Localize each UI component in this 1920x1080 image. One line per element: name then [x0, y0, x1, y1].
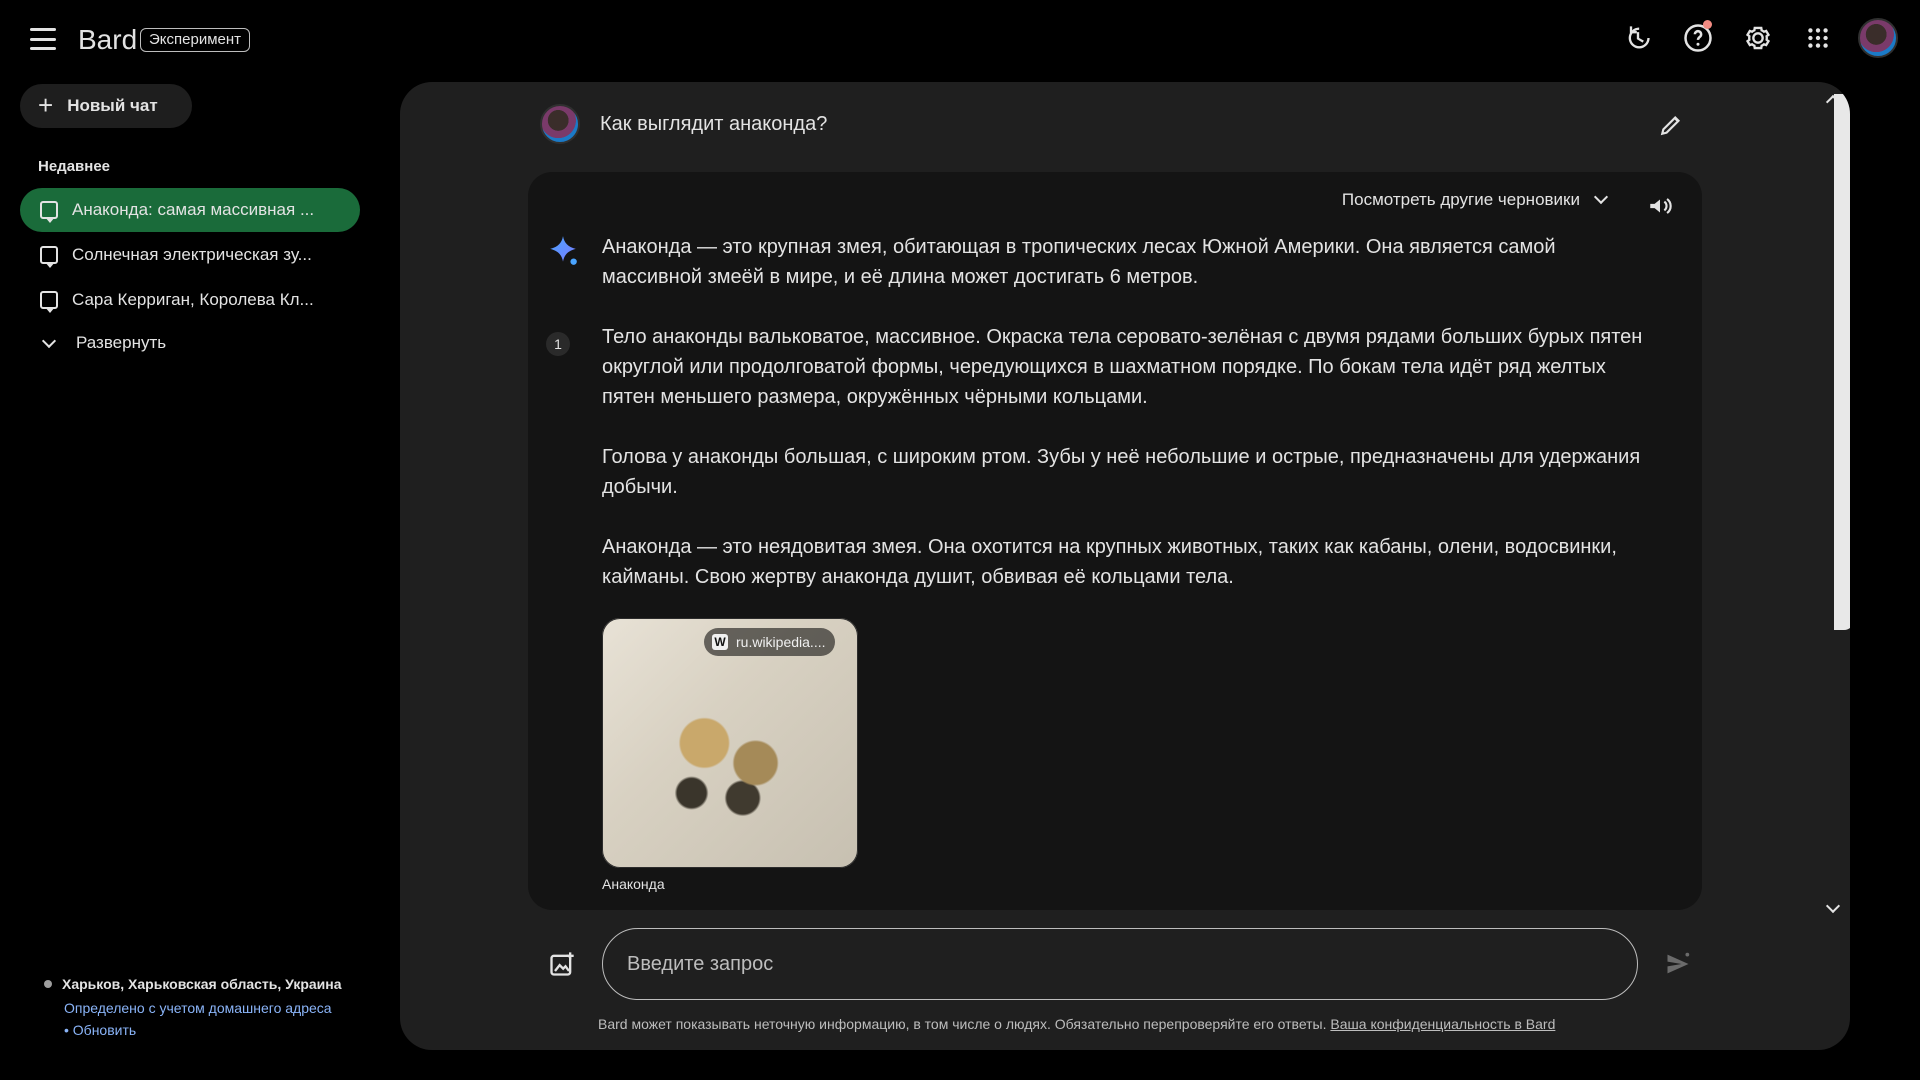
disclaimer-text: Bard может показывать неточную информаци…	[598, 1016, 1327, 1032]
avatar	[540, 104, 580, 144]
plus-icon: +	[38, 90, 54, 120]
add-image-icon	[550, 952, 574, 976]
notification-dot	[1703, 20, 1712, 29]
history-icon[interactable]	[1616, 16, 1660, 60]
sidebar-item-label: Анаконда: самая массивная ...	[72, 200, 315, 219]
experiment-badge: Эксперимент	[140, 28, 251, 52]
avatar	[1858, 18, 1898, 58]
location-update-link[interactable]: • Обновить	[64, 1022, 364, 1038]
location-basis-link[interactable]: Определено с учетом домашнего адреса	[64, 1000, 364, 1016]
speaker-button[interactable]	[1638, 184, 1682, 228]
location-dot-icon	[44, 980, 52, 988]
location-city: Харьков, Харьковская область, Украина	[62, 976, 342, 992]
chevron-down-icon	[41, 333, 57, 349]
user-prompt: Как выглядит анаконда?	[540, 102, 1740, 146]
citation-number: 1	[546, 332, 570, 356]
recent-title: Недавнее	[38, 158, 111, 175]
location-row: Харьков, Харьковская область, Украина	[44, 976, 364, 992]
new-chat-button[interactable]: + Новый чат	[20, 84, 192, 128]
menu-icon[interactable]	[30, 28, 56, 50]
chat-bubble-icon	[40, 201, 58, 223]
expand-label: Развернуть	[76, 333, 167, 352]
drafts-toggle[interactable]: Посмотреть другие черновики	[1341, 189, 1609, 210]
anaconda-image[interactable]: W ru.wikipedia....	[602, 618, 858, 868]
sidebar: + Новый чат Недавнее Анаконда: самая мас…	[0, 80, 380, 1080]
source-label: ru.wikipedia....	[736, 634, 826, 650]
settings-icon[interactable]	[1736, 16, 1780, 60]
source-chip[interactable]: W ru.wikipedia....	[704, 628, 836, 656]
user-prompt-text: Как выглядит анаконда?	[600, 112, 828, 135]
top-icons	[1616, 16, 1900, 60]
wikipedia-icon: W	[712, 634, 728, 650]
new-chat-label: Новый чат	[67, 96, 158, 115]
input-row	[540, 928, 1710, 1000]
sidebar-item-label: Солнечная электрическая зу...	[72, 245, 312, 264]
app-brand: Bard	[78, 24, 138, 55]
answer-paragraph: Тело анаконды вальковатое, массивное. Ок…	[602, 326, 1643, 408]
chevron-down-icon	[1825, 898, 1841, 914]
edit-prompt-button[interactable]	[1650, 102, 1694, 146]
chat-bubble-icon	[40, 291, 58, 313]
answer-text: Анаконда — это крупная змея, обитающая в…	[602, 232, 1652, 622]
scrollbar[interactable]	[1825, 94, 1850, 914]
answer-paragraph: Анаконда — это неядовитая змея. Она охот…	[602, 536, 1617, 588]
add-image-button[interactable]	[540, 942, 584, 986]
expand-button[interactable]: Развернуть	[41, 333, 167, 353]
account-avatar[interactable]	[1856, 16, 1900, 60]
send-icon	[1667, 952, 1690, 974]
disclaimer: Bard может показывать неточную информаци…	[598, 1016, 1555, 1032]
answer-card: Посмотреть другие черновики 1 Анаконда —	[528, 172, 1702, 910]
send-button[interactable]	[1656, 942, 1700, 986]
sidebar-item-anaconda[interactable]: Анаконда: самая массивная ...	[20, 188, 360, 232]
sparkle-icon	[550, 236, 577, 265]
prompt-input[interactable]	[602, 928, 1638, 1000]
speaker-icon	[1650, 198, 1672, 214]
drafts-label: Посмотреть другие черновики	[1341, 190, 1580, 209]
sidebar-item-label: Сара Керриган, Королева Кл...	[72, 290, 314, 309]
apps-icon[interactable]	[1796, 16, 1840, 60]
sidebar-item-sarah[interactable]: Сара Керриган, Королева Кл...	[20, 278, 360, 322]
privacy-link[interactable]: Ваша конфиденциальность в Bard	[1330, 1016, 1555, 1032]
answer-paragraph: Анаконда — это крупная змея, обитающая в…	[602, 236, 1556, 288]
location-block: Харьков, Харьковская область, Украина Оп…	[44, 976, 364, 1038]
edit-icon	[1660, 115, 1681, 136]
chevron-down-icon	[1593, 189, 1609, 205]
chat-bubble-icon	[40, 246, 58, 268]
answer-paragraph: Голова у анаконды большая, с широким рто…	[602, 446, 1641, 498]
scroll-down-button[interactable]	[1824, 898, 1842, 918]
scrollbar-thumb[interactable]	[1834, 94, 1850, 630]
top-bar: Bard Эксперимент	[0, 0, 1920, 80]
sidebar-item-solar[interactable]: Солнечная электрическая зу...	[20, 233, 360, 277]
help-icon[interactable]	[1676, 16, 1720, 60]
image-caption: Анаконда	[602, 876, 665, 892]
chat-panel: Как выглядит анаконда? Посмотреть другие…	[400, 82, 1850, 1050]
